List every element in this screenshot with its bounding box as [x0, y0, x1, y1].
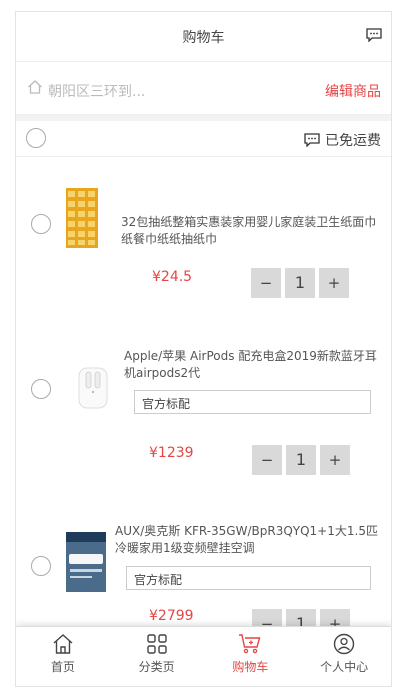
increase-button[interactable]: + [320, 445, 350, 475]
product-price: ¥1239 [149, 445, 194, 461]
address-text[interactable]: 朝阳区三环到... [48, 81, 145, 101]
product-name[interactable]: 32包抽纸整箱实惠装家用婴儿家庭装卫生纸面巾纸餐巾纸纸抽纸巾 [121, 214, 379, 248]
product-image[interactable] [78, 366, 108, 410]
item-select-radio[interactable] [31, 214, 51, 234]
chat-icon[interactable] [366, 28, 382, 42]
tab-label: 首页 [50, 660, 75, 674]
cart-item: 32包抽纸整箱实惠装家用婴儿家庭装卫生纸面巾纸餐巾纸纸抽纸巾 ¥24.5 − 1… [16, 158, 391, 328]
product-price: ¥2799 [149, 608, 194, 624]
user-icon [333, 633, 355, 655]
product-name[interactable]: Apple/苹果 AirPods 配充电盒2019新款蓝牙耳机airpods2代 [124, 348, 379, 382]
item-select-radio[interactable] [31, 379, 51, 399]
chat-icon [304, 133, 320, 147]
page-title: 购物车 [182, 30, 225, 46]
header: 购物车 [16, 12, 391, 62]
product-image[interactable] [66, 532, 106, 592]
quantity-stepper: − 1 + [252, 445, 354, 475]
tab-home[interactable]: 首页 [16, 627, 110, 686]
quantity-value[interactable]: 1 [286, 445, 316, 475]
quantity-value[interactable]: 1 [285, 268, 315, 298]
home-icon [28, 80, 42, 94]
cart-item: Apple/苹果 AirPods 配充电盒2019新款蓝牙耳机airpods2代… [16, 332, 391, 502]
product-price: ¥24.5 [152, 269, 193, 285]
tab-profile[interactable]: 个人中心 [297, 627, 391, 686]
increase-button[interactable]: + [319, 268, 349, 298]
grid-icon [146, 634, 167, 654]
shop-row: 已免运费 [16, 121, 391, 157]
cart-icon [239, 634, 261, 654]
product-name[interactable]: AUX/奥克斯 KFR-35GW/BpR3QYQ1+1大1.5匹冷暖家用1级变频… [115, 523, 379, 557]
shipping-text: 已免运费 [325, 133, 381, 149]
bottom-tab-bar: 首页 分类页 购物车 个人中心 [16, 626, 391, 686]
app-frame: 购物车 朝阳区三环到... 编辑商品 已免运费 32包抽纸整箱实惠装家用婴儿家庭… [15, 11, 392, 687]
home-icon [53, 634, 73, 654]
tab-label: 购物车 [232, 660, 269, 674]
address-bar[interactable]: 朝阳区三环到... 编辑商品 [16, 63, 391, 115]
tab-cart[interactable]: 购物车 [204, 627, 298, 686]
decrease-button[interactable]: − [251, 268, 281, 298]
quantity-stepper: − 1 + [251, 268, 353, 298]
tab-label: 分类页 [138, 660, 175, 674]
tab-category[interactable]: 分类页 [110, 627, 204, 686]
product-image[interactable] [66, 188, 98, 248]
select-all-radio[interactable] [26, 128, 46, 148]
item-select-radio[interactable] [31, 556, 51, 576]
decrease-button[interactable]: − [252, 445, 282, 475]
spec-selector[interactable]: 官方标配 [126, 566, 371, 590]
edit-items-button[interactable]: 编辑商品 [325, 81, 381, 101]
spec-selector[interactable]: 官方标配 [134, 390, 371, 414]
free-shipping: 已免运费 [304, 130, 381, 150]
tab-label: 个人中心 [320, 660, 369, 674]
